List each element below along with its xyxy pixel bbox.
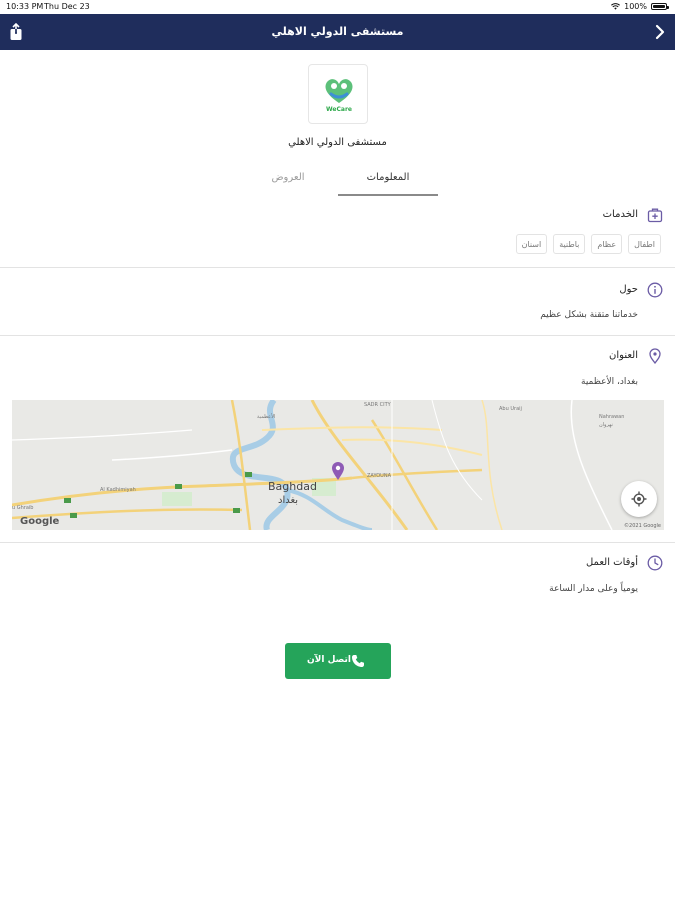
services-chips: اطفال عظام باطنية اسنان — [515, 234, 661, 254]
info-icon — [647, 282, 663, 298]
map-label-nahrawan: Nahrawan — [599, 414, 625, 420]
map-label-abu-ghraib: u Ghraib — [12, 505, 34, 511]
wifi-icon — [611, 3, 621, 10]
logo-wordmark: WeCare — [326, 106, 352, 113]
status-bar: 10:33 PM Thu Dec 23 100% — [0, 0, 675, 14]
battery-icon — [651, 3, 669, 10]
nav-bar: مستشفى الدولي الاهلي — [0, 14, 675, 50]
address-title: العنوان — [609, 350, 638, 361]
status-time: 10:33 PM — [6, 2, 44, 11]
map-roads — [12, 400, 613, 530]
status-right: 100% — [611, 2, 669, 11]
phone-icon — [352, 655, 364, 667]
tab-bar: العروض المعلومات — [230, 172, 450, 196]
divider — [0, 267, 675, 268]
clock-icon — [647, 555, 663, 571]
divider — [0, 335, 675, 336]
map-copyright: ©2021 Google — [624, 523, 661, 529]
page-title: مستشفى الدولي الاهلي — [271, 25, 404, 38]
hours-text: يومياً وعلى مدار الساعة — [549, 584, 638, 594]
service-chip[interactable]: عظام — [591, 234, 623, 254]
battery-percent: 100% — [624, 2, 647, 11]
tab-offers[interactable]: العروض — [238, 172, 338, 196]
location-pin-icon — [649, 348, 661, 364]
divider — [0, 542, 675, 543]
location-map[interactable]: SADR CITY ZAYOUNA Al Kadhimiyah u Ghraib… — [12, 400, 664, 530]
service-chip[interactable]: اسنان — [515, 234, 548, 254]
map-label-adhamiyah: الأعظمية — [257, 414, 276, 420]
google-logo: Google — [20, 516, 60, 527]
map-city-ar: بغداد — [278, 495, 299, 506]
map-label-zayouna: ZAYOUNA — [367, 473, 391, 479]
medical-bag-icon — [647, 208, 663, 223]
crosshair-icon — [631, 491, 647, 507]
service-chip[interactable]: اطفال — [628, 234, 661, 254]
my-location-button[interactable] — [621, 481, 657, 517]
hospital-name: مستشفى الدولي الاهلي — [288, 137, 387, 148]
call-now-label: اتصل الآن — [307, 655, 351, 665]
map-label-abu-urai: Abu Uraij — [499, 406, 522, 412]
map-label-sadr-city: SADR CITY — [364, 402, 391, 408]
hospital-logo: WeCare — [308, 64, 368, 124]
map-label-al-kadhimiya: Al Kadhimiyah — [100, 487, 136, 493]
tab-info[interactable]: المعلومات — [338, 172, 438, 196]
address-text: بغداد، الأعظمية — [581, 377, 638, 387]
wecare-logo-icon — [325, 79, 353, 103]
call-now-button[interactable]: اتصل الآن — [285, 643, 391, 679]
map-city-en: Baghdad — [268, 480, 317, 493]
service-chip[interactable]: باطنية — [553, 234, 586, 254]
map-label-nahrawan-ar: نهروان — [599, 422, 613, 428]
about-title: حول — [619, 284, 638, 295]
about-text: خدماتنا متقنة بشكل عظيم — [540, 310, 638, 320]
services-title: الخدمات — [602, 209, 638, 220]
hours-title: أوقات العمل — [585, 557, 638, 568]
status-date: Thu Dec 23 — [44, 2, 90, 11]
chevron-right-icon[interactable] — [653, 23, 667, 41]
